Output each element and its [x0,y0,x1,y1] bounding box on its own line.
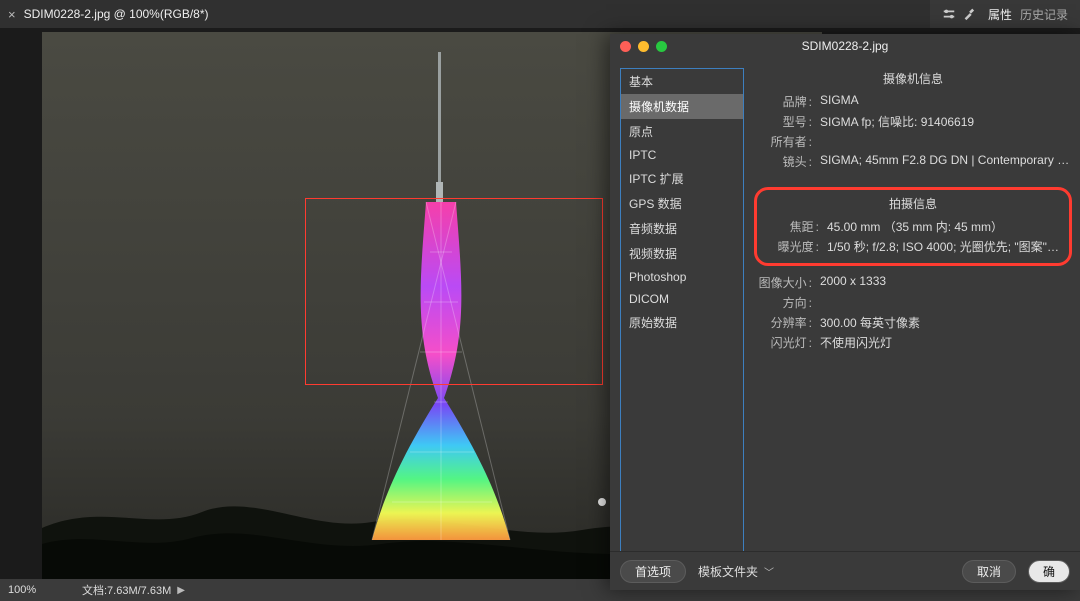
window-zoom-icon[interactable] [656,41,667,52]
kv-brand-key: 品牌 [754,93,812,110]
preferences-button[interactable]: 首选项 [620,560,686,583]
category-raw[interactable]: 原始数据 [621,310,743,335]
kv-exposure: 曝光度 1/50 秒; f/2.8; ISO 4000; 光圈优先; "图案"测… [761,238,1065,255]
ok-button[interactable]: 确 [1028,560,1070,583]
kv-focal-val: 45.00 mm （35 mm 内: 45 mm） [819,218,1065,235]
window-close-icon[interactable] [620,41,631,52]
selection-marquee[interactable] [305,198,603,385]
dialog-body: 基本 摄像机数据 原点 IPTC IPTC 扩展 GPS 数据 音频数据 视频数… [610,58,1080,551]
document-tabbar: × SDIM0228-2.jpg @ 100%(RGB/8*) [0,0,1080,28]
kv-lens: 镜头 SIGMA; 45mm F2.8 DG DN | Contemporary… [754,153,1072,170]
kv-model-val: SIGMA fp; 信噪比: 91406619 [812,113,1072,130]
kv-image-size-key: 图像大小 [754,274,812,291]
kv-orientation-val [812,294,1072,311]
kv-flash: 闪光灯 不使用闪光灯 [754,334,1072,351]
close-tab-icon[interactable]: × [8,7,16,22]
window-minimize-icon[interactable] [638,41,649,52]
dialog-title: SDIM0228-2.jpg [610,39,1080,53]
cancel-button[interactable]: 取消 [962,560,1016,583]
category-list[interactable]: 基本 摄像机数据 原点 IPTC IPTC 扩展 GPS 数据 音频数据 视频数… [620,68,744,551]
category-photoshop[interactable]: Photoshop [621,266,743,288]
kv-orientation-key: 方向 [754,294,812,311]
app-root: × SDIM0228-2.jpg @ 100%(RGB/8*) 属性 历史记录 [0,0,1080,601]
kv-image-size: 图像大小 2000 x 1333 [754,274,1072,291]
category-basic[interactable]: 基本 [621,69,743,94]
kv-model: 型号 SIGMA fp; 信噪比: 91406619 [754,113,1072,130]
category-pane: 基本 摄像机数据 原点 IPTC IPTC 扩展 GPS 数据 音频数据 视频数… [610,58,754,551]
category-gps[interactable]: GPS 数据 [621,191,743,216]
tab-history[interactable]: 历史记录 [1020,6,1068,23]
kv-brand: 品牌 SIGMA [754,93,1072,110]
category-origin[interactable]: 原点 [621,119,743,144]
kv-owner: 所有者 [754,133,1072,150]
brush-icon[interactable] [962,7,976,21]
kv-focal-key: 焦距 [761,218,819,235]
category-video[interactable]: 视频数据 [621,241,743,266]
dialog-titlebar[interactable]: SDIM0228-2.jpg [610,34,1080,58]
document-title: SDIM0228-2.jpg @ 100%(RGB/8*) [24,7,209,21]
chevron-down-icon: ﹀ [764,564,774,579]
template-folder-dropdown[interactable]: 模板文件夹 ﹀ [698,563,774,580]
kv-resolution-val: 300.00 每英寸像素 [812,314,1072,331]
status-disclosure-icon[interactable]: ▶ [177,585,185,596]
kv-flash-key: 闪光灯 [754,334,812,351]
category-iptc[interactable]: IPTC [621,144,743,166]
section-shot-header: 拍摄信息 [761,195,1065,212]
kv-image-size-val: 2000 x 1333 [812,274,1072,291]
kv-brand-val: SIGMA [812,93,1072,110]
file-info-dialog: SDIM0228-2.jpg 基本 摄像机数据 原点 IPTC IPTC 扩展 … [610,34,1080,590]
kv-orientation: 方向 [754,294,1072,311]
kv-resolution-key: 分辨率 [754,314,812,331]
zoom-readout[interactable]: 100% [0,584,72,596]
kv-resolution: 分辨率 300.00 每英寸像素 [754,314,1072,331]
dialog-footer: 首选项 模板文件夹 ﹀ 取消 确 [610,551,1080,590]
adjust-icon[interactable] [942,7,956,21]
kv-exposure-val: 1/50 秒; f/2.8; ISO 4000; 光圈优先; "图案"测光 [819,238,1065,255]
panel-mini-icons [942,7,976,21]
kv-exposure-key: 曝光度 [761,238,819,255]
filesize-readout: 文档:7.63M/7.63M [72,582,171,598]
category-audio[interactable]: 音频数据 [621,216,743,241]
kv-owner-val [812,133,1072,150]
category-camera-data[interactable]: 摄像机数据 [621,94,743,119]
shot-info-highlight: 拍摄信息 焦距 45.00 mm （35 mm 内: 45 mm） 曝光度 1/… [754,187,1072,266]
kv-focal: 焦距 45.00 mm （35 mm 内: 45 mm） [761,218,1065,235]
right-panel-tabs: 属性 历史记录 [930,0,1080,28]
tab-properties[interactable]: 属性 [988,6,1012,23]
kv-owner-key: 所有者 [754,133,812,150]
category-iptc-ext[interactable]: IPTC 扩展 [621,166,743,191]
section-camera-header: 摄像机信息 [754,70,1072,87]
template-folder-label: 模板文件夹 [698,563,758,580]
kv-model-key: 型号 [754,113,812,130]
kv-lens-val: SIGMA; 45mm F2.8 DG DN | Contemporary 01… [812,153,1072,170]
window-controls [620,41,667,52]
category-dicom[interactable]: DICOM [621,288,743,310]
kv-lens-key: 镜头 [754,153,812,170]
kv-flash-val: 不使用闪光灯 [812,334,1072,351]
detail-pane: 摄像机信息 品牌 SIGMA 型号 SIGMA fp; 信噪比: 9140661… [754,58,1080,551]
